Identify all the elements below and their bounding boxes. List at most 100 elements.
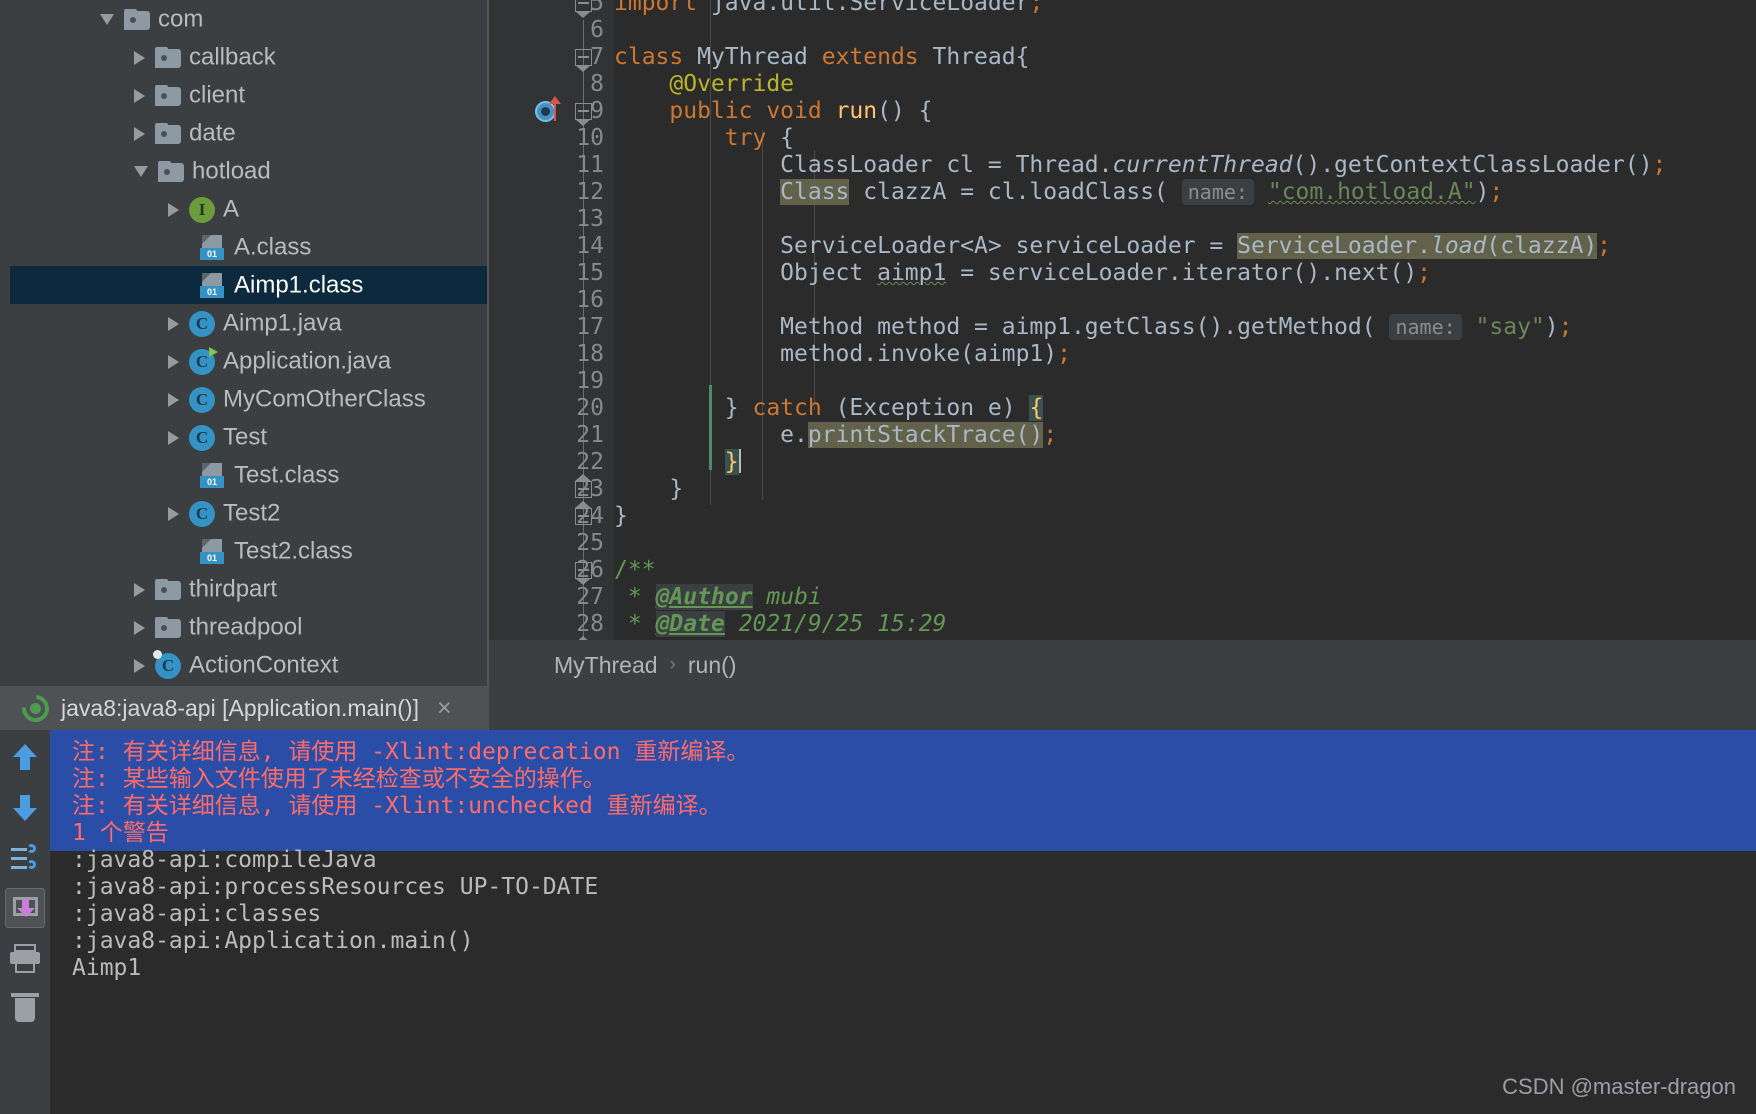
code-line-14[interactable]: ServiceLoader<A> serviceLoader = Service… — [614, 233, 1756, 260]
tree-item-hotload[interactable]: hotload — [0, 152, 489, 190]
tree-item-thirdpart[interactable]: thirdpart — [0, 570, 489, 608]
code-line-11[interactable]: ClassLoader cl = Thread.currentThread().… — [614, 152, 1756, 179]
code-line-9[interactable]: public void run() { — [614, 98, 1756, 125]
code-line-28[interactable]: * @Date 2021/9/25 15:29 — [614, 611, 1756, 638]
soft-wrap-button[interactable] — [5, 838, 45, 878]
folder-icon — [155, 47, 181, 68]
code-line-5[interactable]: import java.util.ServiceLoader; — [614, 0, 1756, 17]
code-line-8[interactable]: @Override — [614, 71, 1756, 98]
chevron-down-icon[interactable] — [100, 14, 114, 25]
fold-toggle-icon[interactable] — [575, 0, 593, 13]
line-number: 6 — [494, 17, 604, 44]
code-line-24[interactable]: } — [614, 503, 1756, 530]
scroll-to-end-button[interactable] — [5, 888, 45, 928]
breadcrumb-item-class[interactable]: MyThread — [554, 652, 658, 679]
code-line-26[interactable]: /** — [614, 557, 1756, 584]
line-number: 18 — [494, 341, 604, 368]
code-line-13[interactable] — [614, 206, 1756, 233]
chevron-right-icon[interactable] — [168, 393, 179, 407]
tree-item-aimp1-java[interactable]: CAimp1.java — [0, 304, 489, 342]
code-line-6[interactable] — [614, 17, 1756, 44]
run-tab-java8-api[interactable]: java8:java8-api [Application.main()] × — [0, 686, 489, 730]
code-line-12[interactable]: Class clazzA = cl.loadClass( name: "com.… — [614, 179, 1756, 206]
breadcrumb-item-method[interactable]: run() — [688, 652, 737, 679]
code-line-17[interactable]: Method method = aimp1.getClass().getMeth… — [614, 314, 1756, 341]
tree-item-callback[interactable]: callback — [0, 38, 489, 76]
tree-item-mycomotherclass[interactable]: CMyComOtherClass — [0, 380, 489, 418]
code-line-15[interactable]: Object aimp1 = serviceLoader.iterator().… — [614, 260, 1756, 287]
console-line[interactable]: :java8-api:processResources UP-TO-DATE — [72, 874, 1752, 901]
console-toolbar[interactable] — [0, 730, 50, 1114]
console-line[interactable]: :java8-api:Application.main() — [72, 928, 1752, 955]
override-method-gutter-icon[interactable] — [535, 99, 561, 125]
clear-all-button[interactable] — [5, 988, 45, 1028]
chevron-right-icon[interactable] — [168, 507, 179, 521]
chevron-right-icon[interactable] — [134, 659, 145, 673]
tree-item-label: Test — [223, 424, 267, 451]
chevron-right-icon[interactable] — [168, 431, 179, 445]
code-line-25[interactable] — [614, 530, 1756, 557]
down-arrow-button[interactable] — [5, 788, 45, 828]
tree-item-client[interactable]: client — [0, 76, 489, 114]
close-icon[interactable]: × — [437, 694, 452, 723]
fold-toggle-icon[interactable] — [575, 508, 593, 526]
code-line-18[interactable]: method.invoke(aimp1); — [614, 341, 1756, 368]
chevron-right-icon[interactable] — [168, 203, 179, 217]
tree-item-threadpool[interactable]: threadpool — [0, 608, 489, 646]
code-line-20[interactable]: } catch (Exception e) { — [614, 395, 1756, 422]
code-line-19[interactable] — [614, 368, 1756, 395]
tree-item-label: Test2.class — [234, 538, 353, 565]
tree-item-com[interactable]: com — [0, 0, 489, 38]
chevron-right-icon[interactable] — [134, 89, 145, 103]
print-button[interactable] — [5, 938, 45, 978]
tree-item-label: threadpool — [189, 614, 302, 641]
console-line[interactable]: 注: 有关详细信息, 请使用 -Xlint:deprecation 重新编译。 — [72, 739, 1752, 766]
tree-item-label: A.class — [234, 234, 311, 261]
console-line[interactable]: 注: 某些输入文件使用了未经检查或不安全的操作。 — [72, 766, 1752, 793]
tree-item-a-class[interactable]: 01A.class — [0, 228, 489, 266]
run-console[interactable]: 注: 有关详细信息, 请使用 -Xlint:deprecation 重新编译。注… — [50, 730, 1756, 1114]
folder-icon — [124, 9, 150, 30]
chevron-right-icon[interactable] — [134, 583, 145, 597]
console-line[interactable]: :java8-api:classes — [72, 901, 1752, 928]
chevron-right-icon[interactable] — [134, 51, 145, 65]
fold-toggle-icon[interactable] — [575, 481, 593, 499]
editor-code-area[interactable]: import java.util.ServiceLoader; class MyT… — [614, 0, 1756, 640]
project-tool-window[interactable]: comcallbackclientdatehotloadIA01A.class0… — [0, 0, 489, 745]
tree-item-actioncontext[interactable]: CActionContext — [0, 646, 489, 684]
code-line-23[interactable]: } — [614, 476, 1756, 503]
fold-toggle-icon[interactable] — [575, 103, 593, 121]
code-line-10[interactable]: try { — [614, 125, 1756, 152]
tree-item-test-class[interactable]: 01Test.class — [0, 456, 489, 494]
code-line-16[interactable] — [614, 287, 1756, 314]
chevron-right-icon[interactable] — [168, 355, 179, 369]
tree-item-test2[interactable]: CTest2 — [0, 494, 489, 532]
code-line-21[interactable]: e.printStackTrace(); — [614, 422, 1756, 449]
console-line[interactable]: :java8-api:compileJava — [72, 847, 1752, 874]
chevron-right-icon[interactable] — [134, 127, 145, 141]
fold-toggle-icon[interactable] — [575, 49, 593, 67]
chevron-right-icon[interactable] — [134, 621, 145, 635]
console-line[interactable]: Aimp1 — [72, 955, 1752, 982]
tree-item-aimp1-class[interactable]: 01Aimp1.class — [0, 266, 489, 304]
editor-gutter[interactable]: 5678910111213141516171819202122232425262… — [489, 0, 614, 640]
tree-item-test[interactable]: CTest — [0, 418, 489, 456]
line-number: 15 — [494, 260, 604, 287]
chevron-right-icon[interactable] — [168, 317, 179, 331]
console-line[interactable]: 1 个警告 — [72, 820, 1752, 847]
code-line-7[interactable]: class MyThread extends Thread{ — [614, 44, 1756, 71]
console-line[interactable]: 注: 有关详细信息, 请使用 -Xlint:unchecked 重新编译。 — [72, 793, 1752, 820]
line-number: 13 — [494, 206, 604, 233]
tree-item-label: Test2 — [223, 500, 280, 527]
code-line-22[interactable]: } — [614, 449, 1756, 476]
tree-item-test2-class[interactable]: 01Test2.class — [0, 532, 489, 570]
up-arrow-button[interactable] — [5, 738, 45, 778]
code-editor[interactable]: 5678910111213141516171819202122232425262… — [489, 0, 1756, 640]
fold-toggle-icon[interactable] — [575, 562, 593, 580]
tree-item-date[interactable]: date — [0, 114, 489, 152]
breadcrumb[interactable]: MyThread › run() — [489, 640, 1756, 690]
tree-item-application-java[interactable]: CApplication.java — [0, 342, 489, 380]
tree-item-a[interactable]: IA — [0, 190, 489, 228]
code-line-27[interactable]: * @Author mubi — [614, 584, 1756, 611]
chevron-down-icon[interactable] — [134, 166, 148, 177]
